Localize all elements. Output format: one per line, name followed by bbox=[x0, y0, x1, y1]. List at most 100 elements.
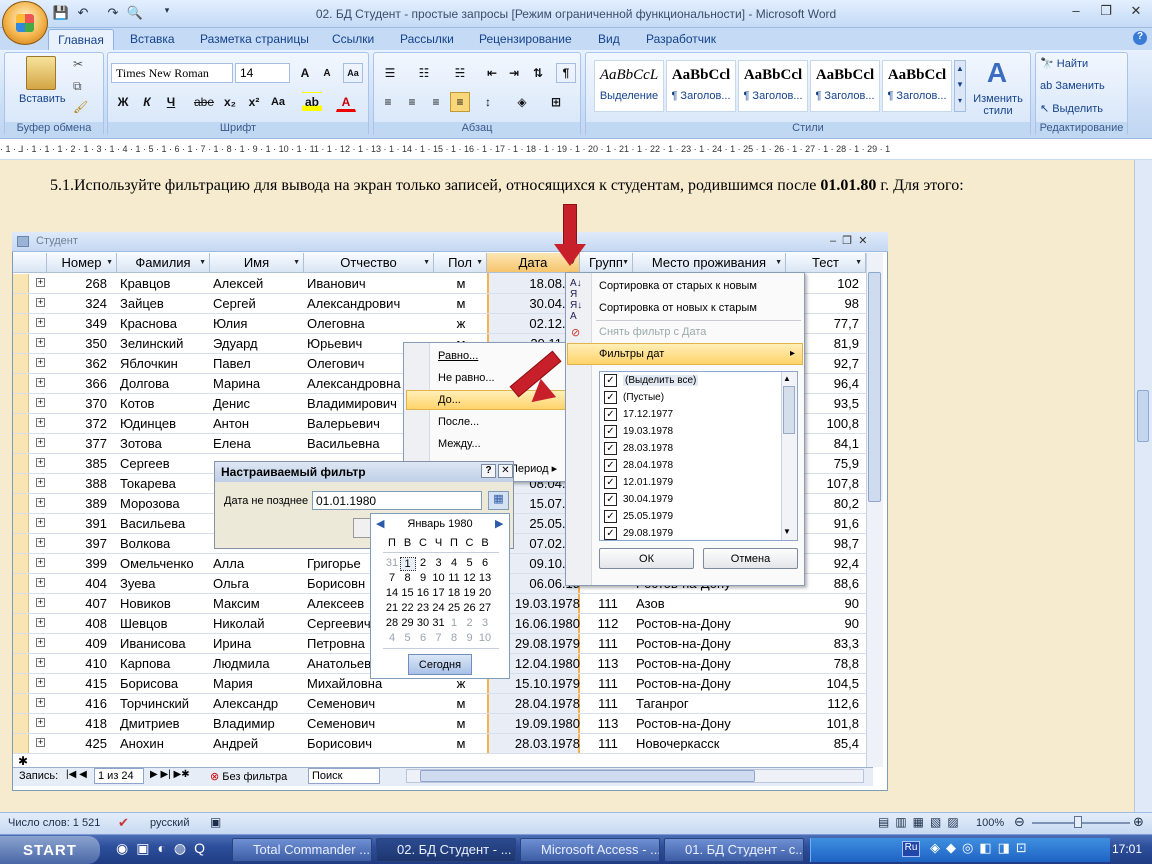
language-indicator[interactable]: русский bbox=[150, 817, 189, 829]
table-cell[interactable]: 111 bbox=[583, 736, 633, 751]
show-marks-icon[interactable]: ¶ bbox=[556, 63, 576, 83]
maximize-button[interactable]: ❐ bbox=[1094, 3, 1118, 21]
column-header-number[interactable]: Номер ▼ bbox=[47, 253, 117, 273]
zoom-level[interactable]: 100% bbox=[976, 817, 1004, 829]
style-tile-emphasis[interactable]: AaBbCcL Выделение bbox=[594, 60, 664, 112]
taskbar-word-01[interactable]: 01. БД Студент - с... bbox=[664, 838, 804, 862]
checkbox[interactable]: ✓ bbox=[604, 442, 617, 455]
calendar-day[interactable]: 17 bbox=[431, 587, 447, 599]
tray-icons[interactable]: ◈◆◎◧◨⊡ bbox=[930, 840, 1033, 856]
calendar-day[interactable]: 31 bbox=[431, 617, 447, 629]
table-cell[interactable]: 85,4 bbox=[789, 736, 859, 751]
expand-icon[interactable]: + bbox=[36, 678, 45, 687]
calendar-day[interactable]: 24 bbox=[431, 602, 447, 614]
table-row[interactable]: +418 Дмитриев Владимир Семенович м 19.09.1980… bbox=[13, 714, 873, 734]
menu-item-before[interactable]: До... bbox=[438, 394, 461, 406]
expand-icon[interactable]: + bbox=[36, 718, 45, 727]
record-position-field[interactable]: 1 из 24 bbox=[94, 768, 144, 784]
table-cell[interactable]: Ростов-на-Дону bbox=[636, 636, 786, 651]
table-cell[interactable]: Карпова bbox=[120, 656, 210, 671]
table-cell[interactable]: 388 bbox=[49, 476, 107, 491]
align-left-icon[interactable]: ≡ bbox=[378, 92, 398, 112]
expand-icon[interactable]: + bbox=[36, 698, 45, 707]
table-cell[interactable]: Долгова bbox=[120, 376, 210, 391]
table-cell[interactable]: Борисович bbox=[307, 736, 435, 751]
close-button[interactable]: ✕ bbox=[1124, 3, 1148, 21]
expand-icon[interactable]: + bbox=[36, 578, 45, 587]
calendar-day[interactable]: 4 bbox=[446, 557, 462, 569]
spelling-check-icon[interactable]: ✔ bbox=[118, 815, 129, 831]
expand-icon[interactable]: + bbox=[36, 358, 45, 367]
table-cell[interactable]: Николай bbox=[213, 616, 305, 631]
table-cell[interactable]: Васильева bbox=[120, 516, 210, 531]
change-styles-button[interactable]: Изменить стили bbox=[968, 93, 1028, 117]
table-cell[interactable]: 377 bbox=[49, 436, 107, 451]
calendar-day[interactable]: 23 bbox=[415, 602, 431, 614]
checkbox-label[interactable]: 25.05.1979 bbox=[623, 511, 673, 522]
borders-icon[interactable]: ⊞ bbox=[546, 92, 566, 112]
taskbar-word-02[interactable]: 02. БД Студент - ... bbox=[376, 838, 516, 862]
table-cell[interactable]: 416 bbox=[49, 696, 107, 711]
table-cell[interactable]: 101,8 bbox=[789, 716, 859, 731]
new-record-row[interactable]: ✱ bbox=[14, 754, 874, 768]
record-selector[interactable] bbox=[13, 694, 29, 713]
numbering-icon[interactable]: ☷ bbox=[414, 63, 434, 83]
table-cell[interactable]: 324 bbox=[49, 296, 107, 311]
styles-scroll-icon[interactable]: ▲ ▼ ▾ bbox=[954, 60, 966, 112]
tab-page-layout[interactable]: Разметка страницы bbox=[200, 32, 309, 46]
checkbox[interactable]: ✓ bbox=[604, 425, 617, 438]
table-cell[interactable]: Эдуард bbox=[213, 336, 305, 351]
bold-button[interactable]: Ж bbox=[113, 92, 133, 112]
calendar-day[interactable]: 9 bbox=[462, 632, 478, 644]
taskbar-total-commander[interactable]: Total Commander ... bbox=[232, 838, 372, 862]
column-header-patronymic[interactable]: Отчество ▼ bbox=[304, 253, 434, 273]
record-selector[interactable] bbox=[13, 474, 29, 493]
expand-icon[interactable]: + bbox=[36, 558, 45, 567]
table-cell[interactable]: Зуева bbox=[120, 576, 210, 591]
table-cell[interactable]: 409 bbox=[49, 636, 107, 651]
calendar-day[interactable]: 9 bbox=[415, 572, 431, 584]
table-cell[interactable]: Торчинский bbox=[120, 696, 210, 711]
table-cell[interactable]: 372 bbox=[49, 416, 107, 431]
style-tile-heading3[interactable]: AaBbCcl ¶ Заголов... bbox=[810, 60, 880, 112]
table-cell[interactable]: Андрей bbox=[213, 736, 305, 751]
menu-item-date-filters[interactable]: Фильтры дат bbox=[599, 348, 664, 360]
calendar-day[interactable]: 19 bbox=[462, 587, 478, 599]
calendar-day[interactable]: 5 bbox=[400, 632, 416, 644]
table-cell[interactable]: 19.09.1980 bbox=[490, 716, 580, 731]
calendar-day[interactable]: 2 bbox=[462, 617, 478, 629]
column-header-residence[interactable]: Место проживания ▼ bbox=[633, 253, 786, 273]
line-spacing-icon[interactable]: ↕ bbox=[478, 92, 498, 112]
table-cell[interactable]: 399 bbox=[49, 556, 107, 571]
record-selector[interactable] bbox=[13, 534, 29, 553]
style-tile-heading2[interactable]: AaBbCcl ¶ Заголов... bbox=[738, 60, 808, 112]
bullets-icon[interactable]: ☰ bbox=[380, 63, 400, 83]
align-right-icon[interactable]: ≡ bbox=[426, 92, 446, 112]
table-cell[interactable]: 370 bbox=[49, 396, 107, 411]
record-selector[interactable] bbox=[13, 394, 29, 413]
zoom-out-icon[interactable]: ⊖ bbox=[1014, 814, 1025, 830]
next-record-icon[interactable]: ▶ ▶| ▶✱ bbox=[150, 769, 190, 780]
table-cell[interactable]: 111 bbox=[583, 596, 633, 611]
style-tile-heading4[interactable]: AaBbCcl ¶ Заголов... bbox=[882, 60, 952, 112]
table-cell[interactable]: 113 bbox=[583, 656, 633, 671]
calendar-day[interactable]: 25 bbox=[446, 602, 462, 614]
calendar-month-label[interactable]: Январь 1980 bbox=[395, 518, 485, 530]
table-cell[interactable]: Семенович bbox=[307, 716, 435, 731]
table-cell[interactable]: 362 bbox=[49, 356, 107, 371]
decrease-indent-icon[interactable]: ⇤ bbox=[482, 63, 502, 83]
table-cell[interactable]: Зелинский bbox=[120, 336, 210, 351]
table-cell[interactable]: Антон bbox=[213, 416, 305, 431]
record-selector[interactable] bbox=[13, 614, 29, 633]
first-record-icon[interactable]: |◀ ◀ bbox=[66, 769, 87, 780]
calendar-day[interactable]: 10 bbox=[477, 632, 493, 644]
ok-button[interactable]: ОК bbox=[599, 548, 694, 569]
calendar-day[interactable]: 4 bbox=[384, 632, 400, 644]
checkbox-label[interactable]: 28.04.1978 bbox=[623, 460, 673, 471]
calendar-day[interactable]: 8 bbox=[446, 632, 462, 644]
expand-icon[interactable]: + bbox=[36, 518, 45, 527]
table-cell[interactable]: Александрович bbox=[307, 296, 435, 311]
table-cell[interactable]: Ростов-на-Дону bbox=[636, 676, 786, 691]
checkbox[interactable]: ✓ bbox=[604, 408, 617, 421]
checkbox-label[interactable]: 30.04.1979 bbox=[623, 494, 673, 505]
